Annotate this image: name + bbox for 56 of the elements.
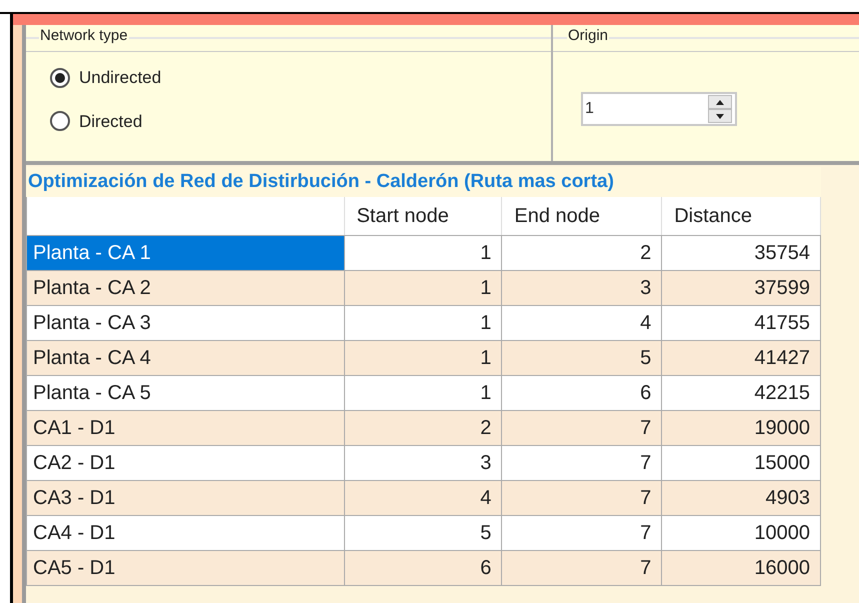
table-cell: 15000 xyxy=(662,446,822,480)
origin-spinner[interactable]: 1 xyxy=(581,92,737,126)
table-cell: 5 xyxy=(344,516,502,550)
row-header[interactable]: CA4 - D1 xyxy=(27,516,345,550)
group-title: Network type xyxy=(39,26,129,46)
table-cell: 19000 xyxy=(662,411,822,445)
table-cell: 1 xyxy=(344,236,502,270)
table-cell: 16000 xyxy=(662,551,822,585)
table-cell: 3 xyxy=(502,271,662,305)
column-header[interactable]: End node xyxy=(502,197,662,235)
table-cell: 1 xyxy=(344,376,502,410)
row-header[interactable]: Planta - CA 4 xyxy=(27,341,345,375)
radio-button[interactable] xyxy=(50,68,70,88)
row-header[interactable]: CA3 - D1 xyxy=(27,481,345,515)
table-cell: 41755 xyxy=(662,306,822,340)
row-header[interactable]: CA5 - D1 xyxy=(27,551,345,585)
table-cell: 7 xyxy=(502,481,662,515)
column-header[interactable]: Distance xyxy=(662,197,821,235)
row-header[interactable]: Planta - CA 3 xyxy=(27,306,345,340)
table-cell: 7 xyxy=(502,411,662,445)
spin-down-button[interactable] xyxy=(708,109,732,123)
table-cell: 1 xyxy=(344,306,502,340)
row-header[interactable]: CA1 - D1 xyxy=(27,411,345,445)
table-cell: 4903 xyxy=(662,481,822,515)
table-cell: 37599 xyxy=(662,271,822,305)
radio-option[interactable]: Undirected xyxy=(50,65,162,90)
origin-value: 1 xyxy=(584,99,595,119)
table-cell: 4 xyxy=(344,481,502,515)
table-cell: 7 xyxy=(502,516,662,550)
table-cell: 2 xyxy=(344,411,502,445)
table-cell: 7 xyxy=(502,446,662,480)
table-cell: 5 xyxy=(502,341,662,375)
row-header[interactable]: Planta - CA 1 xyxy=(27,236,345,270)
table-cell: 7 xyxy=(502,551,662,585)
table-cell: 1 xyxy=(344,271,502,305)
up-arrow-icon xyxy=(716,100,724,104)
radio-button[interactable] xyxy=(50,111,70,132)
table-cell: 10000 xyxy=(662,516,822,550)
row-header[interactable]: CA2 - D1 xyxy=(27,446,345,480)
grid-title: Optimización de Red de Distirbución - Calderón (Ruta mas corta) xyxy=(26,167,821,197)
table-cell: 42215 xyxy=(662,376,822,410)
table-cell: 41427 xyxy=(662,341,822,375)
table-cell: 4 xyxy=(502,306,662,340)
table-cell: 6 xyxy=(502,376,662,410)
table-cell: 6 xyxy=(344,551,502,585)
down-arrow-icon xyxy=(716,114,724,118)
table-cell: 2 xyxy=(502,236,662,270)
radio-option[interactable]: Directed xyxy=(50,108,162,134)
table-cell: 3 xyxy=(344,446,502,480)
table-cell: 35754 xyxy=(662,236,822,270)
spin-up-button[interactable] xyxy=(708,95,732,109)
row-header[interactable]: Planta - CA 2 xyxy=(27,271,345,305)
column-header[interactable]: Start node xyxy=(344,197,502,235)
row-header[interactable]: Planta - CA 5 xyxy=(27,376,345,410)
group-title: Origin xyxy=(567,26,610,46)
table-cell: 1 xyxy=(344,341,502,375)
